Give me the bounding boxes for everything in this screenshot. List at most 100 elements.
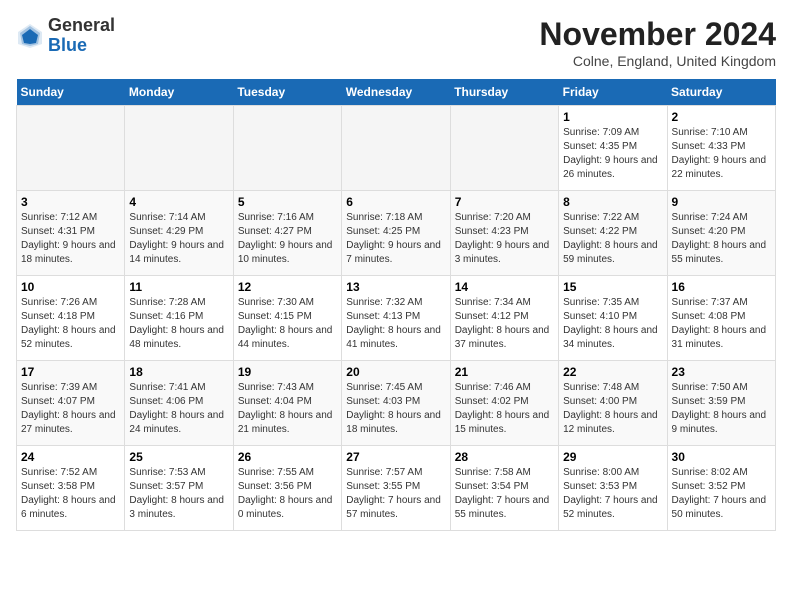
- cell-2-1: 11 Sunrise: 7:28 AM Sunset: 4:16 PM Dayli…: [125, 276, 233, 361]
- cell-3-6: 23 Sunrise: 7:50 AM Sunset: 3:59 PM Dayli…: [667, 361, 775, 446]
- day-info: Sunrise: 7:50 AM Sunset: 3:59 PM Dayligh…: [672, 381, 771, 437]
- day-info: Sunrise: 7:35 AM Sunset: 4:10 PM Dayligh…: [563, 296, 662, 352]
- day-info: Sunrise: 7:10 AM Sunset: 4:33 PM Dayligh…: [672, 126, 771, 182]
- day-info: Sunrise: 7:34 AM Sunset: 4:12 PM Dayligh…: [455, 296, 554, 352]
- day-number: 5: [238, 195, 337, 209]
- day-number: 30: [672, 450, 771, 464]
- day-number: 20: [346, 365, 445, 379]
- day-number: 1: [563, 110, 662, 124]
- cell-0-3: [342, 106, 450, 191]
- day-info: Sunrise: 7:43 AM Sunset: 4:04 PM Dayligh…: [238, 381, 337, 437]
- day-number: 10: [21, 280, 120, 294]
- col-friday: Friday: [559, 79, 667, 106]
- day-info: Sunrise: 7:57 AM Sunset: 3:55 PM Dayligh…: [346, 466, 445, 522]
- cell-3-3: 20 Sunrise: 7:45 AM Sunset: 4:03 PM Dayli…: [342, 361, 450, 446]
- cell-4-2: 26Sunrise: 7:55 AM Sunset: 3:56 PM Dayli…: [233, 446, 341, 531]
- day-number: 8: [563, 195, 662, 209]
- day-info: Sunrise: 7:26 AM Sunset: 4:18 PM Dayligh…: [21, 296, 120, 352]
- day-number: 9: [672, 195, 771, 209]
- cell-1-0: 3 Sunrise: 7:12 AM Sunset: 4:31 PM Daylig…: [17, 191, 125, 276]
- cell-1-5: 8 Sunrise: 7:22 AM Sunset: 4:22 PM Daylig…: [559, 191, 667, 276]
- cell-3-1: 18 Sunrise: 7:41 AM Sunset: 4:06 PM Dayli…: [125, 361, 233, 446]
- cell-3-4: 21 Sunrise: 7:46 AM Sunset: 4:02 PM Dayli…: [450, 361, 558, 446]
- day-number: 4: [129, 195, 228, 209]
- day-number: 12: [238, 280, 337, 294]
- cell-0-1: [125, 106, 233, 191]
- day-info: Sunrise: 7:22 AM Sunset: 4:22 PM Dayligh…: [563, 211, 662, 267]
- col-thursday: Thursday: [450, 79, 558, 106]
- cell-4-5: 29 Sunrise: 8:00 AM Sunset: 3:53 PM Dayli…: [559, 446, 667, 531]
- day-number: 3: [21, 195, 120, 209]
- cell-0-4: [450, 106, 558, 191]
- day-number: 13: [346, 280, 445, 294]
- day-number: 23: [672, 365, 771, 379]
- calendar: Sunday Monday Tuesday Wednesday Thursday…: [16, 79, 776, 531]
- day-number: 15: [563, 280, 662, 294]
- week-row-1: 1 Sunrise: 7:09 AM Sunset: 4:35 PM Daylig…: [17, 106, 776, 191]
- day-info: Sunrise: 7:46 AM Sunset: 4:02 PM Dayligh…: [455, 381, 554, 437]
- day-number: 18: [129, 365, 228, 379]
- calendar-header: Sunday Monday Tuesday Wednesday Thursday…: [17, 79, 776, 106]
- col-tuesday: Tuesday: [233, 79, 341, 106]
- cell-2-5: 15 Sunrise: 7:35 AM Sunset: 4:10 PM Dayli…: [559, 276, 667, 361]
- cell-2-6: 16 Sunrise: 7:37 AM Sunset: 4:08 PM Dayli…: [667, 276, 775, 361]
- cell-1-2: 5Sunrise: 7:16 AM Sunset: 4:27 PM Daylig…: [233, 191, 341, 276]
- cell-2-4: 14Sunrise: 7:34 AM Sunset: 4:12 PM Dayli…: [450, 276, 558, 361]
- cell-1-6: 9Sunrise: 7:24 AM Sunset: 4:20 PM Daylig…: [667, 191, 775, 276]
- day-number: 17: [21, 365, 120, 379]
- day-number: 2: [672, 110, 771, 124]
- day-info: Sunrise: 7:41 AM Sunset: 4:06 PM Dayligh…: [129, 381, 228, 437]
- logo: General Blue: [16, 16, 115, 56]
- logo-text: General Blue: [48, 16, 115, 56]
- day-number: 11: [129, 280, 228, 294]
- day-info: Sunrise: 7:18 AM Sunset: 4:25 PM Dayligh…: [346, 211, 445, 267]
- page-header: General Blue November 2024 Colne, Englan…: [16, 16, 776, 69]
- day-info: Sunrise: 7:14 AM Sunset: 4:29 PM Dayligh…: [129, 211, 228, 267]
- day-info: Sunrise: 7:58 AM Sunset: 3:54 PM Dayligh…: [455, 466, 554, 522]
- header-row: Sunday Monday Tuesday Wednesday Thursday…: [17, 79, 776, 106]
- day-info: Sunrise: 7:53 AM Sunset: 3:57 PM Dayligh…: [129, 466, 228, 522]
- cell-0-2: [233, 106, 341, 191]
- day-info: Sunrise: 7:09 AM Sunset: 4:35 PM Dayligh…: [563, 126, 662, 182]
- cell-4-3: 27 Sunrise: 7:57 AM Sunset: 3:55 PM Dayli…: [342, 446, 450, 531]
- day-info: Sunrise: 7:32 AM Sunset: 4:13 PM Dayligh…: [346, 296, 445, 352]
- day-number: 22: [563, 365, 662, 379]
- week-row-3: 10 Sunrise: 7:26 AM Sunset: 4:18 PM Dayli…: [17, 276, 776, 361]
- day-info: Sunrise: 7:37 AM Sunset: 4:08 PM Dayligh…: [672, 296, 771, 352]
- cell-1-4: 7 Sunrise: 7:20 AM Sunset: 4:23 PM Daylig…: [450, 191, 558, 276]
- day-info: Sunrise: 7:20 AM Sunset: 4:23 PM Dayligh…: [455, 211, 554, 267]
- cell-3-5: 22 Sunrise: 7:48 AM Sunset: 4:00 PM Dayli…: [559, 361, 667, 446]
- cell-1-1: 4 Sunrise: 7:14 AM Sunset: 4:29 PM Daylig…: [125, 191, 233, 276]
- col-wednesday: Wednesday: [342, 79, 450, 106]
- day-number: 29: [563, 450, 662, 464]
- cell-4-1: 25 Sunrise: 7:53 AM Sunset: 3:57 PM Dayli…: [125, 446, 233, 531]
- day-info: Sunrise: 7:48 AM Sunset: 4:00 PM Dayligh…: [563, 381, 662, 437]
- cell-1-3: 6 Sunrise: 7:18 AM Sunset: 4:25 PM Daylig…: [342, 191, 450, 276]
- cell-0-6: 2 Sunrise: 7:10 AM Sunset: 4:33 PM Daylig…: [667, 106, 775, 191]
- day-number: 25: [129, 450, 228, 464]
- day-number: 6: [346, 195, 445, 209]
- col-monday: Monday: [125, 79, 233, 106]
- logo-icon: [16, 22, 44, 50]
- day-number: 7: [455, 195, 554, 209]
- day-number: 26: [238, 450, 337, 464]
- day-info: Sunrise: 7:52 AM Sunset: 3:58 PM Dayligh…: [21, 466, 120, 522]
- day-number: 19: [238, 365, 337, 379]
- day-number: 27: [346, 450, 445, 464]
- week-row-2: 3 Sunrise: 7:12 AM Sunset: 4:31 PM Daylig…: [17, 191, 776, 276]
- day-number: 21: [455, 365, 554, 379]
- day-number: 16: [672, 280, 771, 294]
- day-info: Sunrise: 8:00 AM Sunset: 3:53 PM Dayligh…: [563, 466, 662, 522]
- day-info: Sunrise: 7:28 AM Sunset: 4:16 PM Dayligh…: [129, 296, 228, 352]
- day-number: 28: [455, 450, 554, 464]
- location: Colne, England, United Kingdom: [539, 53, 776, 69]
- day-info: Sunrise: 8:02 AM Sunset: 3:52 PM Dayligh…: [672, 466, 771, 522]
- cell-0-0: [17, 106, 125, 191]
- cell-4-4: 28 Sunrise: 7:58 AM Sunset: 3:54 PM Dayli…: [450, 446, 558, 531]
- month-title: November 2024: [539, 16, 776, 53]
- day-info: Sunrise: 7:12 AM Sunset: 4:31 PM Dayligh…: [21, 211, 120, 267]
- col-saturday: Saturday: [667, 79, 775, 106]
- day-info: Sunrise: 7:45 AM Sunset: 4:03 PM Dayligh…: [346, 381, 445, 437]
- week-row-4: 17Sunrise: 7:39 AM Sunset: 4:07 PM Dayli…: [17, 361, 776, 446]
- week-row-5: 24Sunrise: 7:52 AM Sunset: 3:58 PM Dayli…: [17, 446, 776, 531]
